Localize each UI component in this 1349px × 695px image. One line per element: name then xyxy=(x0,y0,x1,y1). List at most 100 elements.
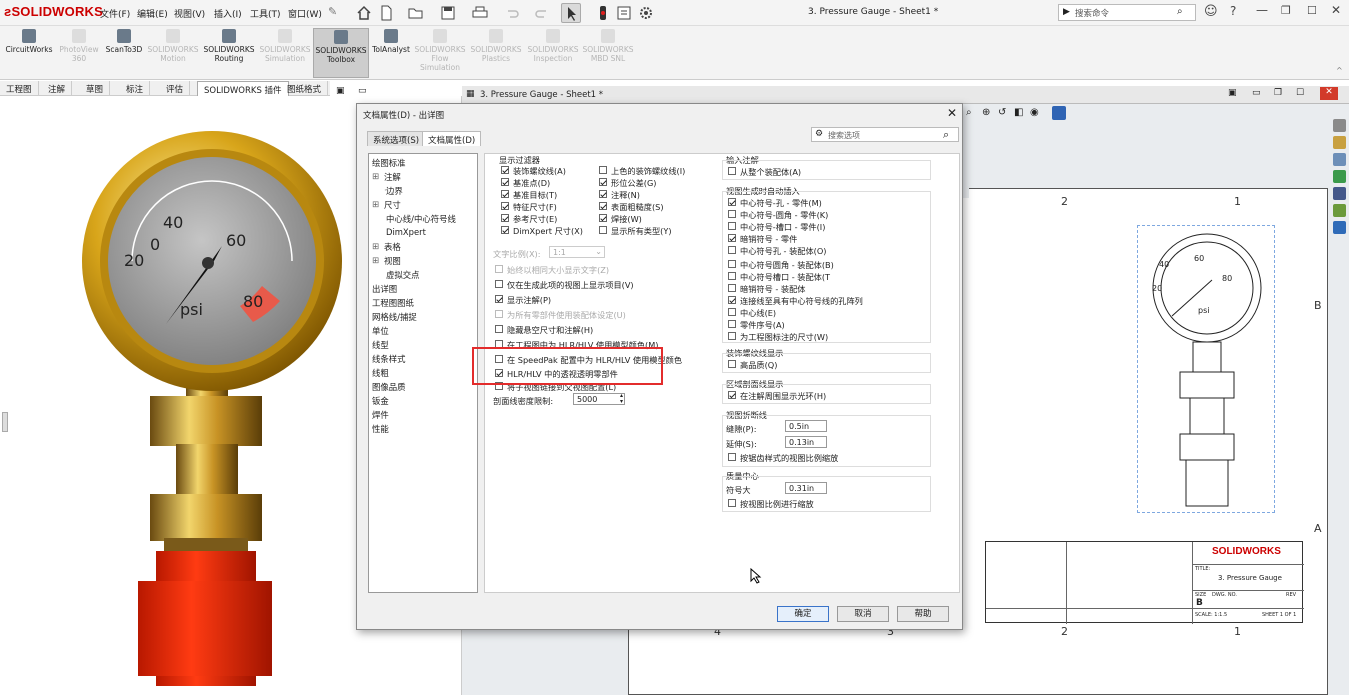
area-hatch-halo-checkbox[interactable] xyxy=(728,391,736,399)
drawing-win-max-icon[interactable]: ☐ xyxy=(1296,88,1304,98)
thread-high-quality-checkbox[interactable] xyxy=(728,360,736,368)
custom-properties-icon[interactable] xyxy=(1333,204,1346,217)
search-command-input[interactable]: 搜索命令 xyxy=(1075,7,1109,19)
break-extension-input[interactable]: 0.13in xyxy=(785,436,827,448)
user-icon[interactable]: ☺ xyxy=(1204,4,1218,19)
tab-sheet-format[interactable]: 图纸格式 xyxy=(281,81,329,96)
auto-center-mark-slots-asm-checkbox[interactable] xyxy=(728,272,736,280)
title-block[interactable]: SOLIDWORKS TITLE: 3. Pressure Gauge SIZE… xyxy=(985,541,1304,624)
tree-expand-icon[interactable]: ⊞ xyxy=(372,171,379,181)
filter-shaded-thread-checkbox[interactable] xyxy=(599,166,607,174)
view-palette-icon[interactable] xyxy=(1333,187,1346,200)
minimize-icon[interactable]: — xyxy=(1256,3,1268,17)
display-style-icon[interactable]: ◧ xyxy=(1014,107,1023,118)
tab-document-properties[interactable]: 文档属性(D) xyxy=(422,131,482,146)
tab-annotation[interactable]: 注解 xyxy=(42,81,73,96)
hide-show-icon[interactable]: ◉ xyxy=(1030,107,1039,118)
tree-item-units[interactable]: 单位 xyxy=(372,325,389,337)
tree-item-annotations[interactable]: 注解 xyxy=(384,171,401,183)
ok-button[interactable]: 确定 xyxy=(777,606,829,622)
option-assembly-setting-checkbox[interactable] xyxy=(495,310,503,318)
tab-system-options[interactable]: 系统选项(S) xyxy=(367,131,426,146)
view-settings-icon[interactable] xyxy=(1052,106,1066,120)
menu-edit[interactable]: 编辑(E) xyxy=(137,7,168,20)
print-icon[interactable] xyxy=(470,3,490,23)
routing-button[interactable]: SOLIDWORKS Routing xyxy=(201,28,257,78)
tree-item-drawing-sheets[interactable]: 工程图图纸 xyxy=(372,297,414,309)
spinner-arrows-icon[interactable]: ▴ ▾ xyxy=(620,393,623,405)
mass-center-size-input[interactable]: 0.31in xyxy=(785,482,827,494)
tree-item-virtual-sharps[interactable]: 虚拟交点 xyxy=(386,269,420,281)
tree-expand-icon[interactable]: ⊞ xyxy=(372,255,379,265)
tree-item-performance[interactable]: 性能 xyxy=(372,423,389,435)
auto-connection-lines-checkbox[interactable] xyxy=(728,296,736,304)
flow-simulation-button[interactable]: SOLIDWORKS Flow Simulation xyxy=(413,28,467,78)
tree-item-weldments[interactable]: 焊件 xyxy=(372,409,389,421)
tree-expand-icon[interactable]: ⊞ xyxy=(372,241,379,251)
tree-item-views[interactable]: 视图 xyxy=(384,255,401,267)
tab-markup[interactable]: 标注 xyxy=(120,81,151,96)
tab-sketch[interactable]: 草图 xyxy=(80,81,111,96)
circuitworks-button[interactable]: CircuitWorks xyxy=(3,28,55,78)
toolbox-button[interactable]: SOLIDWORKS Toolbox xyxy=(313,28,369,78)
zoom-area-icon[interactable]: ⊕ xyxy=(982,107,990,118)
photoview-button[interactable]: PhotoView 360 xyxy=(56,28,102,78)
filter-surface-finish-checkbox[interactable] xyxy=(599,202,607,210)
filter-datum-targets-checkbox[interactable] xyxy=(501,190,509,198)
tree-item-image-quality[interactable]: 图像品质 xyxy=(372,381,406,393)
tab-drawing[interactable]: 工程图 xyxy=(0,81,39,96)
scanto3d-button[interactable]: ScanTo3D xyxy=(102,28,146,78)
select-pointer-icon[interactable] xyxy=(561,3,581,23)
tree-item-line-thickness[interactable]: 线粗 xyxy=(372,367,389,379)
option-same-size-text-checkbox[interactable] xyxy=(495,265,503,273)
filter-gtol-checkbox[interactable] xyxy=(599,178,607,186)
dialog-close-icon[interactable]: ✕ xyxy=(945,106,959,120)
design-library-icon[interactable] xyxy=(1333,136,1346,149)
auto-centerlines-checkbox[interactable] xyxy=(728,308,736,316)
file-properties-icon[interactable] xyxy=(614,3,634,23)
previous-view-icon[interactable]: ↺ xyxy=(998,107,1006,118)
break-scale-checkbox[interactable] xyxy=(728,453,736,461)
drawing-win-tile-icon[interactable]: ▣ xyxy=(1228,88,1237,98)
restore-icon[interactable]: ❐ xyxy=(1281,4,1291,17)
import-entire-assembly-checkbox[interactable] xyxy=(728,167,736,175)
tree-expand-icon[interactable]: ⊞ xyxy=(372,199,379,209)
auto-center-mark-slots-part-checkbox[interactable] xyxy=(728,222,736,230)
filter-feature-dims-checkbox[interactable] xyxy=(501,202,509,210)
resources-icon[interactable] xyxy=(1333,119,1346,132)
search-icon[interactable]: ⌕ xyxy=(1177,6,1183,17)
tolanalyst-button[interactable]: TolAnalyst xyxy=(370,28,412,78)
auto-balloons-checkbox[interactable] xyxy=(728,320,736,328)
collapse-ribbon-icon[interactable]: ^ xyxy=(1336,66,1343,75)
search-options-input[interactable]: 搜索选项 xyxy=(828,130,860,141)
simulation-button[interactable]: SOLIDWORKS Simulation xyxy=(258,28,312,78)
save-icon[interactable] xyxy=(438,3,458,23)
auto-dowel-asm-checkbox[interactable] xyxy=(728,284,736,292)
mbd-snl-button[interactable]: SOLIDWORKS MBD SNL xyxy=(581,28,635,78)
text-scale-select[interactable]: 1:1 ⌄ xyxy=(549,246,605,258)
tab-addins[interactable]: SOLIDWORKS 插件 xyxy=(197,81,289,96)
pin-icon[interactable]: ✎ xyxy=(328,5,337,18)
tree-item-drafting-standard[interactable]: 绘图标准 xyxy=(372,157,406,169)
home-icon[interactable] xyxy=(354,3,374,23)
menu-view[interactable]: 视图(V) xyxy=(174,7,205,20)
search-command-box[interactable]: ▶ 搜索命令 ⌕ xyxy=(1058,4,1196,21)
tree-item-dimxpert[interactable]: DimXpert xyxy=(386,227,426,237)
auto-dowel-part-checkbox[interactable] xyxy=(728,234,736,242)
options-search-box[interactable]: ⚙ 搜索选项 ⌕ xyxy=(811,127,959,142)
mass-center-scale-checkbox[interactable] xyxy=(728,499,736,507)
filter-notes-checkbox[interactable] xyxy=(599,190,607,198)
drawing-win-restore-icon[interactable]: ❐ xyxy=(1274,88,1282,98)
undo-icon[interactable] xyxy=(502,3,522,23)
filter-cosmetic-thread-checkbox[interactable] xyxy=(501,166,509,174)
close-icon[interactable]: ✕ xyxy=(1331,3,1341,17)
menu-window[interactable]: 窗口(W) xyxy=(288,7,322,20)
auto-center-mark-holes-part-checkbox[interactable] xyxy=(728,198,736,206)
zoom-fit-icon[interactable]: ⌕ xyxy=(966,107,972,118)
inspection-button[interactable]: SOLIDWORKS Inspection xyxy=(526,28,580,78)
redo-icon[interactable] xyxy=(532,3,552,23)
drawing-win-min-icon[interactable]: ▭ xyxy=(1252,88,1261,98)
menu-file[interactable]: 文件(F) xyxy=(100,7,130,20)
tree-item-centerlines[interactable]: 中心线/中心符号线 xyxy=(386,213,456,225)
solidworks-logo[interactable]: ƨSOLIDWORKS xyxy=(4,4,103,19)
